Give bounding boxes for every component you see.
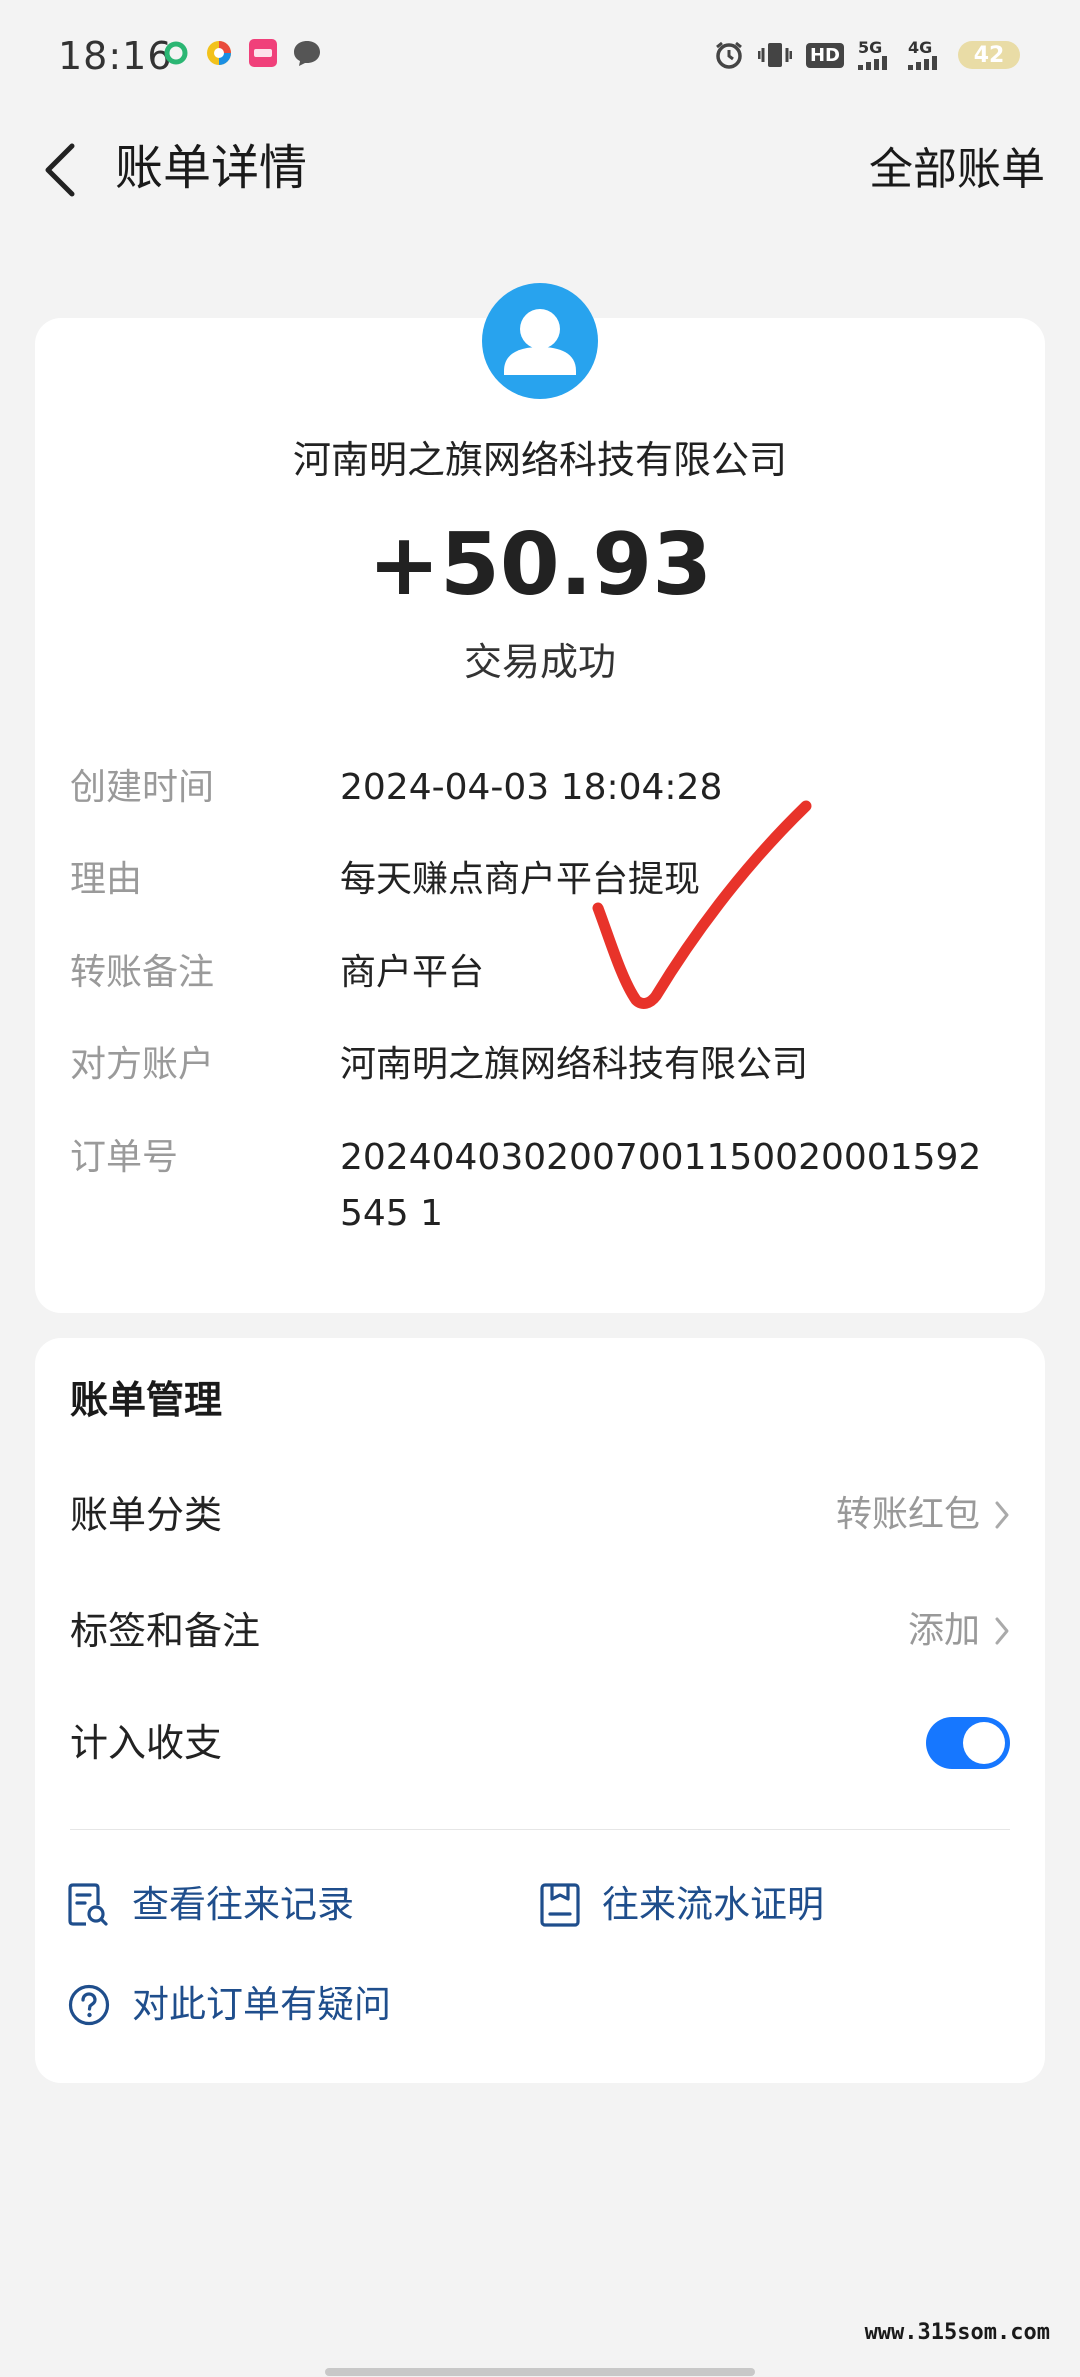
detail-value-counterparty: 河南明之旗网络科技有限公司: [340, 1044, 809, 1085]
tags-notes-label: 标签和备注: [70, 1609, 261, 1653]
bill-category-label: 账单分类: [70, 1493, 223, 1537]
page-title: 账单详情: [115, 140, 308, 196]
message-icon: [294, 41, 320, 66]
bill-category-row[interactable]: 转账红包: [836, 1490, 1010, 1540]
app-notification-icon: [207, 41, 231, 65]
signal-bars-icon: [858, 56, 887, 70]
network-4g-label: 4G: [908, 38, 933, 57]
order-question-link[interactable]: 对此订单有疑问: [68, 1980, 391, 2030]
hd-indicator: HD: [805, 42, 844, 68]
app-notification-icon: [249, 39, 277, 67]
section-title-bill-management: 账单管理: [70, 1378, 223, 1422]
battery-indicator: 42: [958, 41, 1020, 69]
view-records-label: 查看往来记录: [132, 1883, 354, 1926]
watermark: www.315som.com: [864, 2320, 1050, 2345]
back-button[interactable]: [30, 140, 90, 200]
tags-notes-value: 添加: [907, 1610, 980, 1651]
network-5g-label: 5G: [858, 38, 883, 57]
status-time: 18:16: [58, 34, 173, 78]
signal-bars-icon: [908, 56, 937, 70]
signal-4g: 4G: [908, 40, 944, 70]
detail-label-reason: 理由: [70, 859, 143, 900]
payee-avatar: [482, 283, 598, 399]
alarm-icon: [716, 41, 742, 69]
divider: [70, 1829, 1010, 1830]
tags-notes-row[interactable]: 添加: [908, 1606, 1010, 1656]
bill-category-value: 转账红包: [835, 1494, 980, 1535]
detail-label-created-time: 创建时间: [70, 767, 215, 808]
chevron-right-icon: [995, 1617, 1009, 1645]
chevron-left-icon: [45, 143, 75, 197]
transaction-proof-link[interactable]: 往来流水证明: [540, 1880, 824, 1930]
transaction-status: 交易成功: [463, 640, 616, 684]
chevron-right-icon: [995, 1501, 1009, 1529]
document-icon: [540, 1883, 580, 1927]
status-app-icons: [162, 38, 322, 68]
handwritten-checkmark: [592, 800, 812, 1009]
status-bar: 18:16 HD 5G 4G 42: [0, 0, 1080, 110]
vibrate-icon: [757, 43, 792, 67]
toggle-knob: [963, 1722, 1005, 1764]
transaction-amount: +50.93: [367, 515, 713, 615]
detail-label-counterparty: 对方账户: [70, 1044, 215, 1085]
view-records-link[interactable]: 查看往来记录: [68, 1880, 354, 1930]
home-indicator[interactable]: [325, 2368, 755, 2376]
hd-label: HD: [805, 42, 844, 68]
records-search-icon: [68, 1883, 108, 1926]
order-question-label: 对此订单有疑问: [132, 1983, 391, 2026]
detail-value-order-number: 2024040302007001150020001592545 1: [340, 1137, 982, 1234]
user-icon: [504, 309, 576, 375]
nav-header: 账单详情 全部账单: [0, 120, 1080, 220]
status-indicators: HD 5G 4G 42: [714, 40, 1020, 70]
transaction-proof-label: 往来流水证明: [602, 1883, 824, 1926]
question-icon: [68, 1984, 110, 2026]
bill-management-card: [35, 1338, 1045, 2083]
detail-label-order-number: 订单号: [70, 1137, 179, 1178]
all-bills-link[interactable]: 全部账单: [869, 140, 1045, 200]
signal-5g: 5G: [858, 40, 894, 70]
app-notification-icon: [164, 41, 188, 65]
payee-name: 河南明之旗网络科技有限公司: [292, 438, 787, 482]
include-in-stats-toggle[interactable]: [926, 1717, 1010, 1769]
detail-label-transfer-note: 转账备注: [70, 952, 215, 993]
include-in-stats-label: 计入收支: [70, 1721, 223, 1765]
